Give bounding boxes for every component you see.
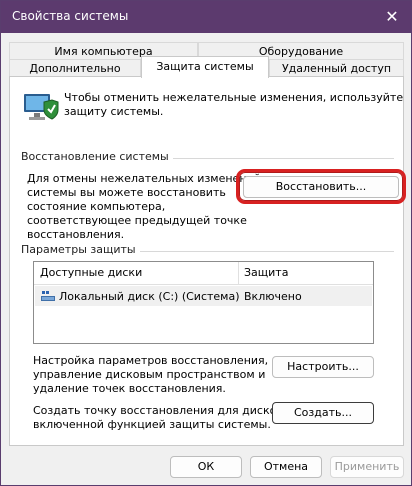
- drives-list-header: Доступные диски Защита: [34, 262, 373, 285]
- restore-button[interactable]: Восстановить...: [243, 176, 399, 198]
- restore-group-title: Восстановление системы: [21, 150, 173, 163]
- create-button[interactable]: Создать...: [272, 402, 374, 424]
- restore-desc-line: состояние компьютера,: [27, 200, 166, 213]
- restore-desc-line: Для отмены нежелательных изменений: [27, 172, 261, 185]
- drive-protection-status: Включено: [244, 290, 302, 303]
- intro-text-line1: Чтобы отменить нежелательные изменения, …: [64, 91, 404, 104]
- list-item[interactable]: Локальный диск (C:) (Система) Включено: [35, 286, 372, 306]
- configure-button[interactable]: Настроить...: [272, 356, 374, 378]
- apply-button[interactable]: Применить: [330, 456, 404, 478]
- system-properties-window: Свойства системы ✕ Имя компьютера Оборуд…: [0, 0, 412, 486]
- drives-list[interactable]: Доступные диски Защита Локальный диск (C…: [33, 261, 374, 344]
- close-button[interactable]: ✕: [379, 7, 405, 27]
- drive-icon: [41, 291, 55, 301]
- computer-shield-icon: [24, 94, 59, 120]
- title-bar[interactable]: Свойства системы ✕: [1, 1, 411, 33]
- window-title: Свойства системы: [12, 9, 129, 23]
- protection-group-title: Параметры защиты: [21, 243, 140, 256]
- cancel-button[interactable]: Отмена: [250, 456, 322, 478]
- create-desc-line: включенной функцией защиты системы.: [33, 418, 271, 431]
- intro-text-line2: защиту системы.: [64, 105, 164, 118]
- ok-button[interactable]: ОК: [170, 456, 242, 478]
- create-desc-line: Создать точку восстановления для дисков …: [33, 404, 293, 417]
- restore-desc-line: соответствующее предыдущей точке: [27, 214, 247, 227]
- tab-advanced[interactable]: Дополнительно: [9, 59, 141, 77]
- column-divider[interactable]: [238, 262, 239, 284]
- restore-desc-line: восстановления.: [27, 228, 125, 241]
- configure-desc-line: управление дисковым пространством и: [33, 368, 266, 381]
- tab-system-protection[interactable]: Защита системы: [141, 56, 269, 78]
- tab-remote[interactable]: Удаленный доступ: [269, 59, 404, 77]
- configure-desc-line: Настройка параметров восстановления,: [33, 354, 269, 367]
- restore-desc-line: системы вы можете восстановить: [27, 186, 226, 199]
- column-header-protection[interactable]: Защита: [244, 266, 288, 279]
- column-header-drives[interactable]: Доступные диски: [40, 266, 142, 279]
- configure-desc-line: удаление точек восстановления.: [33, 382, 226, 395]
- drive-name: Локальный диск (C:) (Система): [59, 290, 240, 303]
